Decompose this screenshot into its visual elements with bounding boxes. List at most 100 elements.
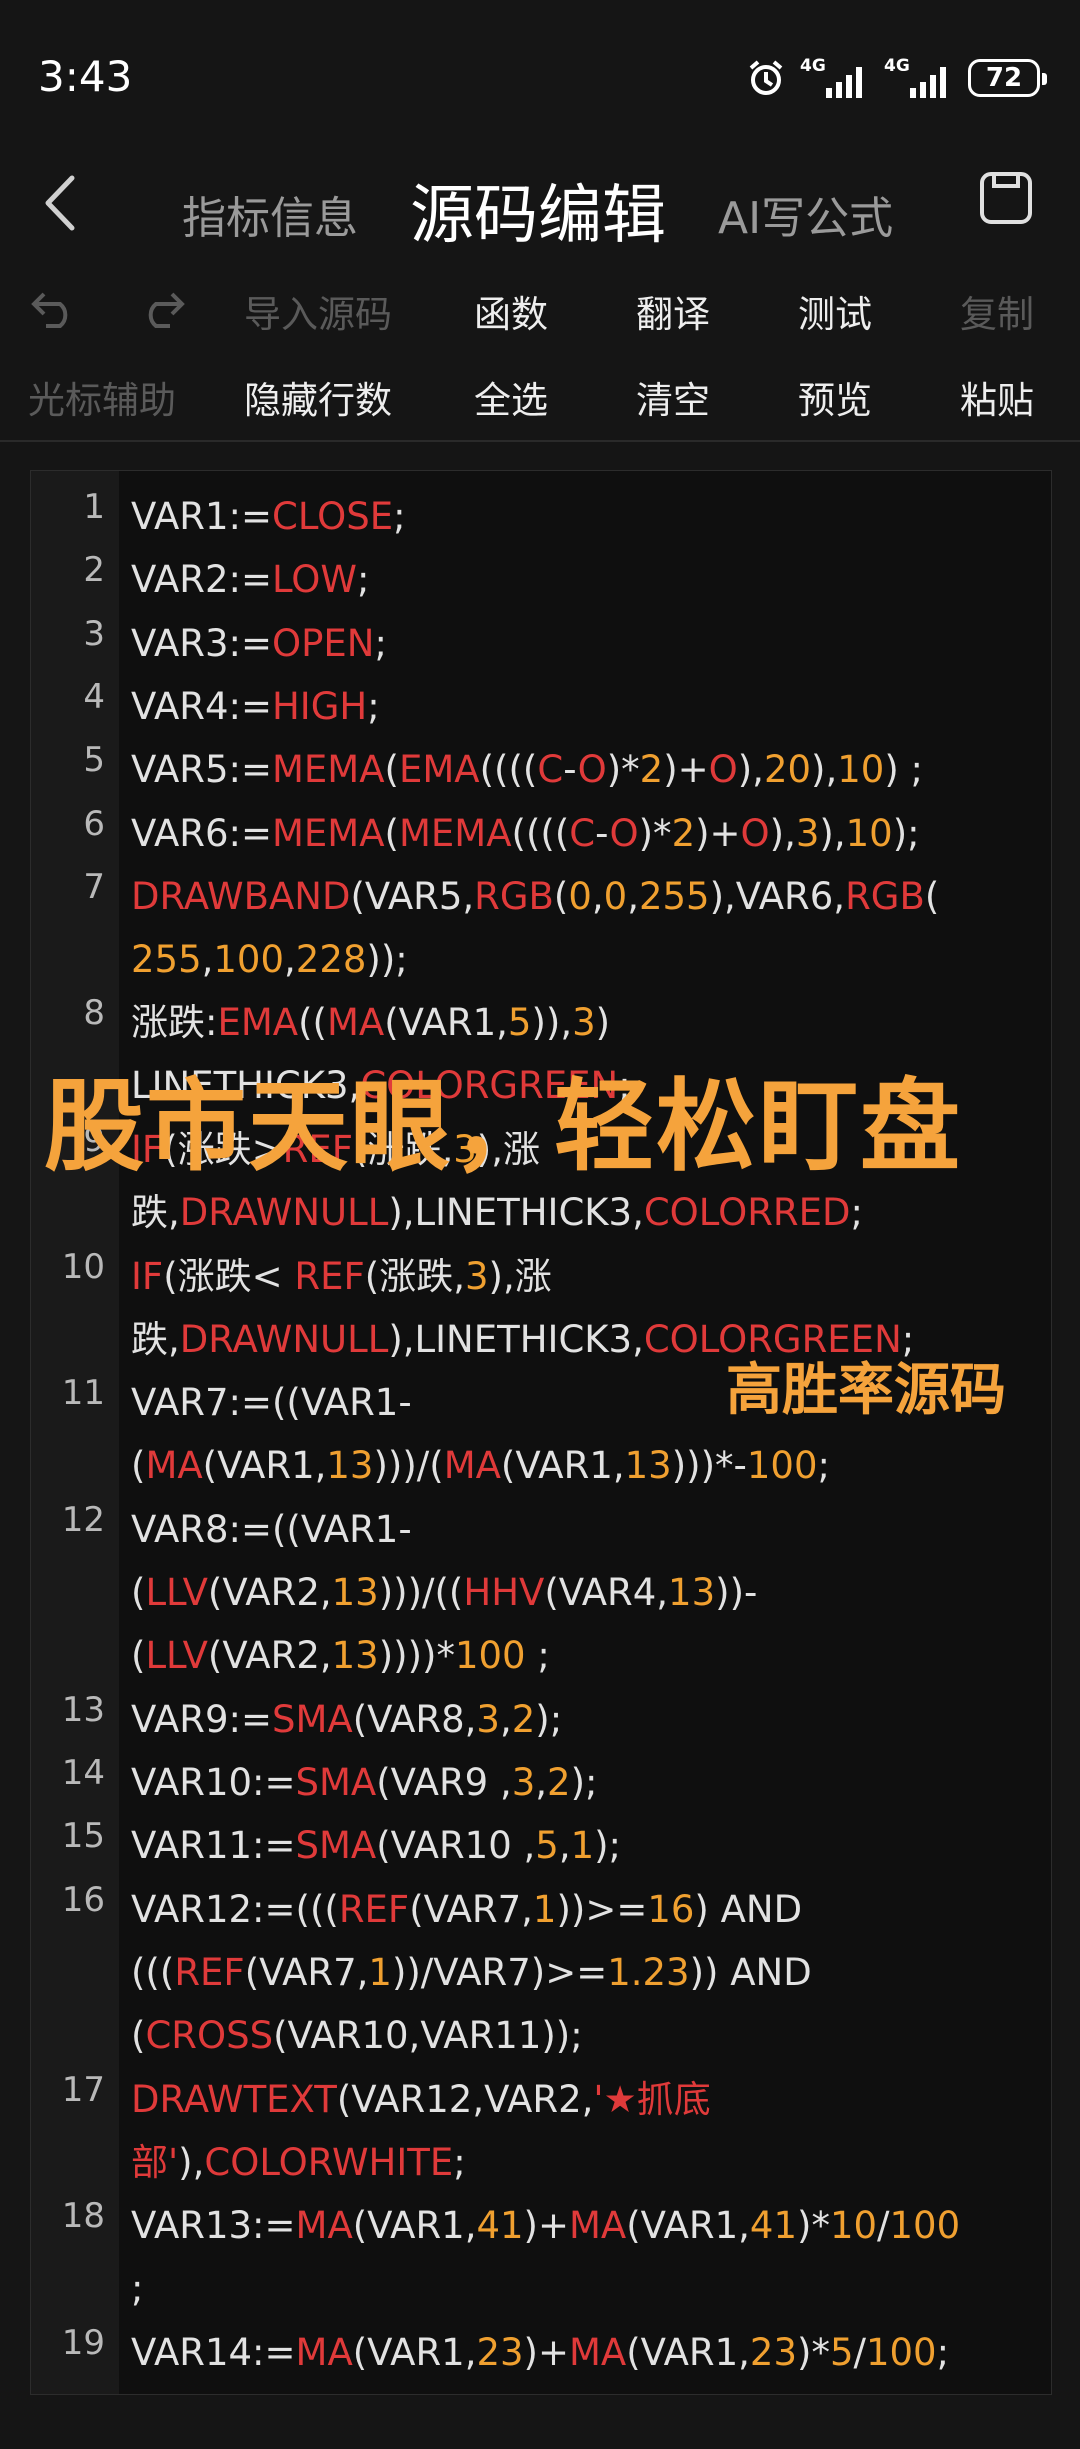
code-number: 13 [624,1444,672,1488]
code-token: VAR13:= [131,2204,296,2248]
code-token: VAR8:=((VAR1- [131,1507,412,1551]
cursor-assist-button[interactable]: 光标辅助 [28,370,176,424]
clear-button[interactable]: 清空 [636,370,710,424]
code-row: (LLV(VAR2,13))))*100 ; [131,1624,757,1687]
code-row: VAR5:=MEMA(EMA((((C-O)*2)+O),20),10) ; [131,738,923,801]
code-row: 跌,DRAWNULL),LINETHICK3,COLORRED; [131,1181,863,1244]
code-text: VAR9:=SMA(VAR8,3,2); [131,1688,562,1751]
code-keyword: REF [174,1950,245,1994]
code-row: 部'),COLORWHITE; [131,2131,711,2194]
code-keyword: CROSS [145,2013,274,2057]
code-token: VAR2:= [131,558,272,602]
code-token: ; [393,495,406,538]
code-token: )))/(( [378,1570,464,1614]
code-keyword: DRAWTEXT [131,2077,337,2121]
copy-button[interactable]: 复制 [960,284,1034,338]
save-icon[interactable] [978,170,1034,226]
code-keyword: EMA [398,748,480,792]
code-row: (((REF(VAR7,1))/VAR7)>=1.23)) AND [131,1941,812,2004]
code-keyword: O [740,811,770,855]
code-row: VAR13:=MA(VAR1,41)+MA(VAR1,41)*10/100 [131,2194,960,2257]
code-token: ); [535,1697,563,1741]
code-token: (VAR1, [352,2204,477,2248]
code-keyword: O [609,811,639,855]
code-token: ( [131,2013,146,2057]
line-number: 13 [61,1689,105,1730]
code-row: VAR8:=((VAR1- [131,1498,757,1561]
code-row: DRAWTEXT(VAR12,VAR2,'★抓底 [131,2068,711,2131]
code-token: )* [638,811,672,855]
code-token: , [591,874,604,918]
translate-button[interactable]: 翻译 [636,284,710,338]
tab-source-edit[interactable]: 源码编辑 [410,164,666,256]
code-token: ; [817,1444,830,1488]
code-number: 13 [331,1570,379,1614]
code-number: 23 [476,2330,524,2374]
code-keyword: HHV [463,1570,545,1614]
battery-icon: 72 [968,59,1047,97]
code-token: ), [811,748,838,792]
code-number: 10 [837,748,885,792]
code-token: (VAR12,VAR2, [336,2077,594,2121]
code-number: 0 [568,874,592,918]
paste-button[interactable]: 粘贴 [960,370,1034,424]
code-token: (VAR1, [202,1444,327,1488]
code-token: (VAR5, [350,874,475,918]
status-icons: 4G 4G 72 [746,56,1047,100]
line-number: 11 [61,1373,105,1414]
signal-4g-icon-2: 4G [884,56,954,98]
code-number: 2 [671,811,696,855]
network-type-label: 4G [800,56,826,76]
hide-line-numbers-button[interactable]: 隐藏行数 [244,370,392,424]
preview-button[interactable]: 预览 [798,370,872,424]
code-keyword: DRAWNULL [179,1317,389,1361]
code-token: ), [819,811,846,855]
code-number: 41 [749,2204,798,2248]
code-token: - [563,748,578,792]
redo-icon[interactable] [136,286,186,330]
code-token: ; [936,2330,950,2374]
code-token: )); [366,937,408,981]
code-row: ; [131,2257,960,2320]
code-row: (CROSS(VAR10,VAR11)); [131,2004,812,2067]
code-token: (VAR7, [409,1887,533,1931]
code-number: 3 [511,1761,536,1804]
code-token: VAR11:= [131,1824,296,1868]
code-token: VAR4:= [131,684,272,728]
tab-indicator-info[interactable]: 指标信息 [182,182,358,246]
code-text: VAR13:=MA(VAR1,41)+MA(VAR1,41)*10/100; [131,2194,960,2320]
code-row: (LLV(VAR2,13)))/((HHV(VAR4,13))- [131,1561,757,1624]
code-number: 3 [795,811,820,855]
code-keyword: MEMA [398,811,512,855]
code-token: ( [131,1633,146,1677]
code-token: ; [850,1191,863,1234]
code-row: IF(涨跌< REF(涨跌,3),涨 [131,1245,914,1308]
back-arrow-icon[interactable] [36,170,86,236]
select-all-button[interactable]: 全选 [474,370,548,424]
tab-ai-formula[interactable]: AI写公式 [718,182,893,246]
function-button[interactable]: 函数 [474,284,548,338]
code-token: VAR14:= [131,2330,296,2374]
code-keyword: MA [145,1444,203,1488]
code-token: )), [531,1001,573,1045]
code-keyword: C [569,811,596,855]
code-keyword: LOW [271,558,357,602]
code-text: VAR4:=HIGH; [131,675,380,738]
code-keyword: MA [568,2204,627,2248]
code-token: , [535,1761,548,1804]
code-text: VAR12:=(((REF(VAR7,1))>=16) AND (((REF(VA… [131,1878,812,2067]
code-number: 13 [668,1570,716,1614]
code-token: VAR7:=((VAR1- [131,1381,412,1425]
test-button[interactable]: 测试 [798,284,872,338]
code-number: 20 [763,748,812,792]
undo-icon[interactable] [30,286,80,330]
code-text: DRAWTEXT(VAR12,VAR2,'★抓底 部'),COLORWHITE; [131,2068,711,2194]
code-token: )+ [695,811,741,855]
code-number: 1 [532,1887,557,1931]
code-editor[interactable]: 1 VAR1:=CLOSE; 2 VAR2:=LOW; 3 VAR3:=OPEN; 4 VAR… [30,470,1052,2395]
code-number: 2 [511,1697,536,1741]
line-number: 10 [61,1246,105,1287]
code-token: VAR5:= [131,748,272,792]
import-source-button[interactable]: 导入源码 [244,284,392,338]
code-token: (VAR2, [207,1633,332,1677]
